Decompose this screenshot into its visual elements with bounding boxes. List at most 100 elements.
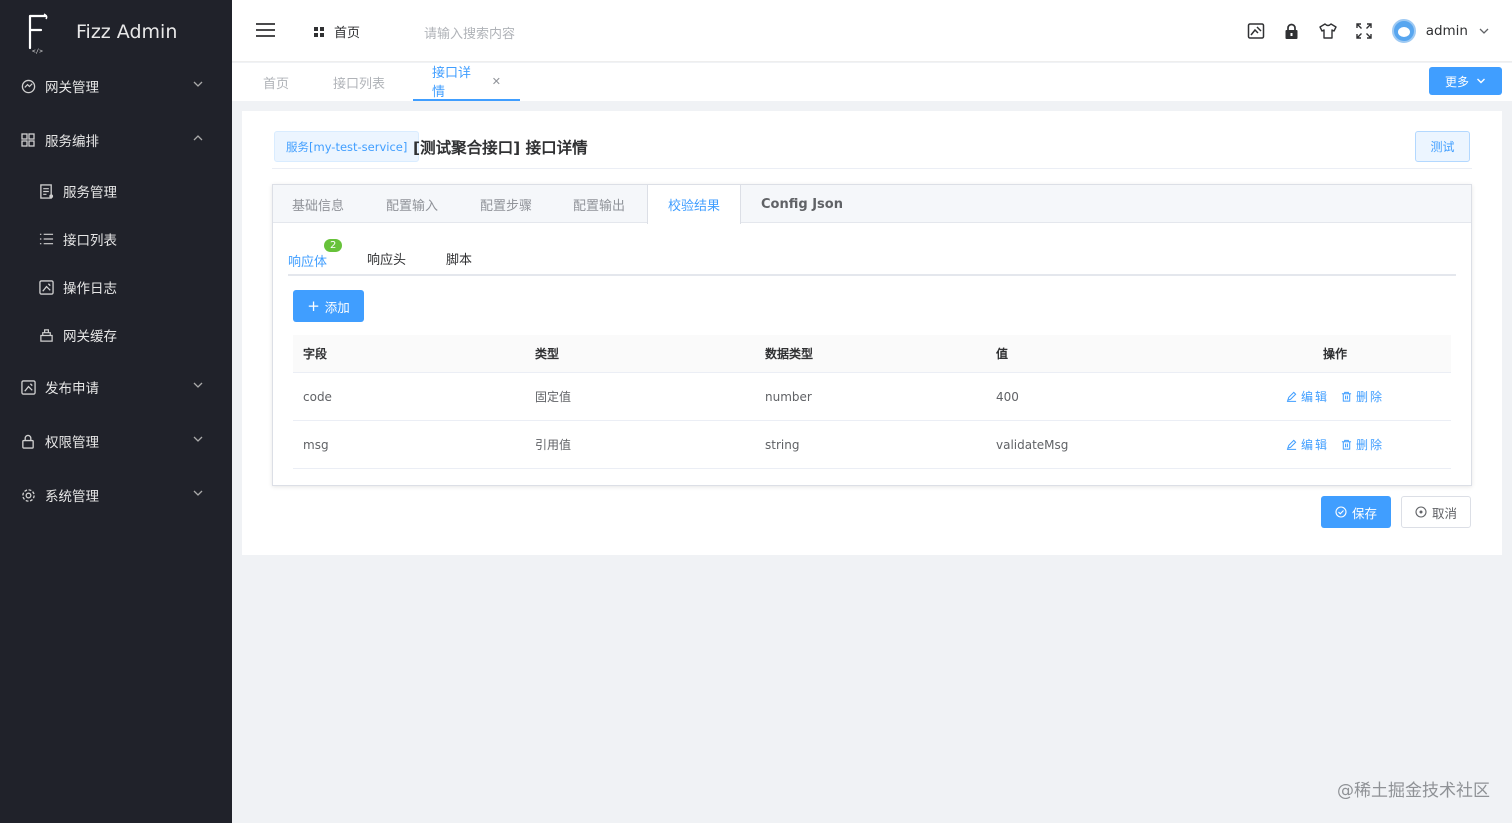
- log-icon: [38, 279, 54, 295]
- chevron-down-icon[interactable]: [1478, 25, 1490, 37]
- tab-api-detail[interactable]: 接口详情 ✕: [413, 63, 520, 101]
- cell-value: validateMsg: [996, 437, 1069, 452]
- search-input[interactable]: 请输入搜索内容: [424, 23, 515, 42]
- delete-label: 删除: [1356, 390, 1385, 404]
- cell-type: 引用值: [535, 438, 572, 452]
- edit-button[interactable]: 编辑: [1286, 388, 1329, 405]
- sidebar-item-permission[interactable]: 权限管理: [0, 417, 232, 465]
- breadcrumb-home-label: 首页: [334, 26, 361, 41]
- edit-button[interactable]: 编辑: [1286, 436, 1329, 453]
- chevron-down-icon: [193, 436, 203, 442]
- fullscreen-icon[interactable]: [1346, 13, 1382, 49]
- tab-validation-result[interactable]: 校验结果: [647, 185, 741, 224]
- sidebar-item-operation-log[interactable]: 操作日志: [0, 263, 232, 311]
- grid-icon: [20, 132, 36, 148]
- sidebar-item-service-manage[interactable]: 服务管理: [0, 167, 232, 215]
- tab-label: 接口详情: [432, 66, 472, 100]
- detail-card: 服务[my-test-service] [测试聚合接口] 接口详情 测试 基础信…: [242, 111, 1502, 555]
- delete-button[interactable]: 删除: [1341, 388, 1384, 405]
- lock-icon: [20, 433, 36, 449]
- plus-icon: +: [307, 297, 320, 315]
- subtab-script[interactable]: 脚本: [446, 249, 472, 268]
- lock-icon[interactable]: [1274, 13, 1310, 49]
- table-row: msg 引用值 string validateMsg 编辑 删除: [293, 421, 1451, 469]
- trash-icon: [1341, 391, 1352, 402]
- save-button[interactable]: 保存: [1321, 496, 1391, 528]
- page-title: [测试聚合接口] 接口详情: [413, 139, 588, 157]
- sidebar-item-gateway[interactable]: 网关管理: [0, 62, 232, 110]
- count-badge: 2: [324, 239, 343, 252]
- row-actions: 编辑 删除: [1286, 373, 1396, 420]
- username[interactable]: admin: [1426, 23, 1468, 39]
- tab-config-output[interactable]: 配置输出: [573, 185, 625, 223]
- save-button-label: 保存: [1351, 505, 1377, 521]
- header-actions: admin: [1238, 0, 1512, 62]
- more-button[interactable]: 更多: [1429, 67, 1502, 95]
- detail-tabs: 基础信息 配置输入 配置步骤 配置输出 校验结果 Config Json 响应体…: [272, 184, 1472, 486]
- avatar[interactable]: [1391, 19, 1416, 43]
- row-actions: 编辑 删除: [1286, 421, 1396, 468]
- screenshot-icon[interactable]: [1238, 13, 1274, 49]
- tab-label: 首页: [263, 76, 290, 92]
- service-tag: 服务[my-test-service]: [274, 131, 420, 162]
- tab-config-steps[interactable]: 配置步骤: [480, 185, 532, 223]
- svg-text:</>: </>: [32, 48, 43, 54]
- validation-table: 字段 类型 数据类型 值 操作 code 固定值 number 400 编辑 删…: [293, 335, 1451, 469]
- divider: [272, 168, 1472, 169]
- cancel-button[interactable]: 取消: [1401, 496, 1471, 528]
- table-row: code 固定值 number 400 编辑 删除: [293, 373, 1451, 421]
- logo[interactable]: </> Fizz Admin: [0, 0, 232, 64]
- subtab-response-body[interactable]: 响应体 2: [288, 239, 343, 270]
- cell-data-type: number: [765, 389, 812, 404]
- sidebar-item-label: 接口列表: [63, 233, 117, 249]
- subtab-label: 响应体: [288, 255, 328, 270]
- shirt-icon[interactable]: [1310, 13, 1346, 49]
- cancel-button-label: 取消: [1431, 505, 1457, 521]
- sidebar-item-label: 服务管理: [63, 185, 117, 201]
- add-button[interactable]: + 添加: [293, 290, 364, 322]
- page-tabs-bar: 首页 接口列表 接口详情 ✕ 更多: [232, 63, 1512, 101]
- home-grid-icon: [314, 26, 324, 37]
- cell-type: 固定值: [535, 390, 572, 404]
- test-button[interactable]: 测试: [1415, 131, 1470, 162]
- subtab-response-header[interactable]: 响应头: [367, 249, 406, 268]
- sidebar-item-gateway-cache[interactable]: 网关缓存: [0, 311, 232, 359]
- chevron-down-icon: [193, 382, 203, 388]
- sidebar-item-label: 网关缓存: [63, 329, 117, 345]
- fizz-logo-icon: </>: [24, 12, 52, 55]
- sidebar-item-orchestration[interactable]: 服务编排: [0, 116, 232, 164]
- menu-toggle-icon[interactable]: [256, 22, 275, 38]
- cell-field: code: [303, 389, 332, 404]
- top-header: 首页 请输入搜索内容 admin: [232, 0, 1512, 62]
- cell-field: msg: [303, 437, 329, 452]
- sidebar-item-system[interactable]: 系统管理: [0, 471, 232, 519]
- list-icon: [38, 231, 54, 247]
- edit-label: 编辑: [1301, 438, 1330, 452]
- column-header: 数据类型: [765, 347, 814, 361]
- sidebar-item-label: 网关管理: [45, 80, 99, 96]
- watermark: @稀土掘金技术社区: [1337, 781, 1490, 801]
- tab-home[interactable]: 首页: [263, 63, 289, 101]
- tab-config-json[interactable]: Config Json: [761, 185, 843, 223]
- tab-label: 接口列表: [333, 76, 386, 92]
- tab-api-list[interactable]: 接口列表: [333, 63, 385, 101]
- breadcrumb-home[interactable]: 首页: [314, 22, 360, 41]
- publish-icon: [20, 379, 36, 395]
- sidebar-item-label: 权限管理: [45, 435, 99, 451]
- sidebar-item-publish[interactable]: 发布申请: [0, 363, 232, 411]
- sidebar-item-api-list[interactable]: 接口列表: [0, 215, 232, 263]
- delete-button[interactable]: 删除: [1341, 436, 1384, 453]
- sidebar-item-label: 发布申请: [45, 381, 99, 397]
- close-icon[interactable]: ✕: [492, 75, 501, 88]
- check-circle-icon: [1335, 506, 1347, 518]
- cell-data-type: string: [765, 437, 800, 452]
- tab-basic-info[interactable]: 基础信息: [292, 185, 344, 223]
- edit-label: 编辑: [1301, 390, 1330, 404]
- sidebar-item-label: 系统管理: [45, 489, 99, 505]
- tab-config-input[interactable]: 配置输入: [386, 185, 438, 223]
- sidebar: </> Fizz Admin 网关管理 服务编排 服务管理 接口列表 操作日志 …: [0, 0, 232, 823]
- chevron-down-icon: [193, 81, 203, 87]
- add-button-label: 添加: [324, 299, 350, 315]
- column-header: 类型: [535, 347, 560, 361]
- chevron-down-icon: [193, 490, 203, 496]
